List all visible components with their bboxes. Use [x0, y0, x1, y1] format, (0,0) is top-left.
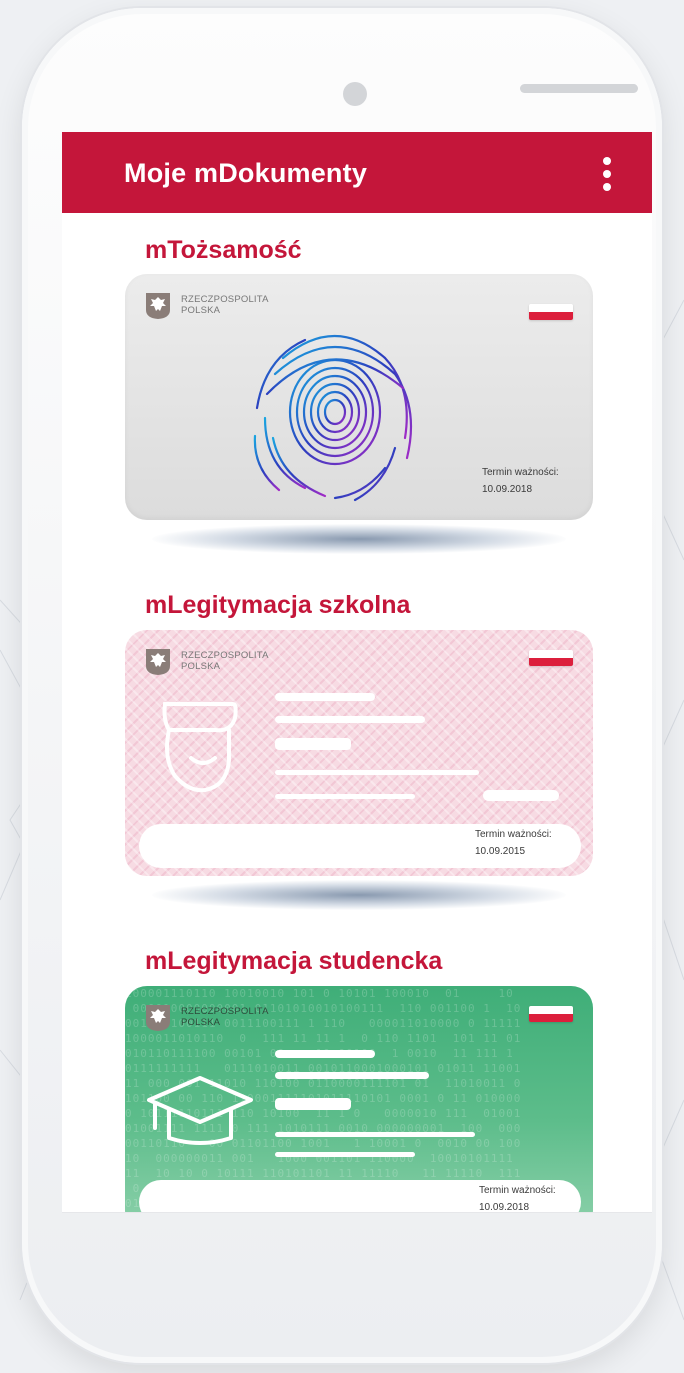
polish-eagle-icon: [146, 649, 170, 675]
menu-dot: [603, 183, 611, 191]
student-face-icon: [162, 702, 238, 793]
polish-flag-icon: [529, 1006, 573, 1022]
more-vert-icon[interactable]: [590, 152, 624, 196]
screen-bottom-edge: [62, 1212, 652, 1213]
menu-dot: [603, 157, 611, 165]
expiry-info: Termin ważności: 10.09.2018: [479, 1185, 556, 1212]
graduation-cap-icon: [147, 1076, 253, 1145]
card-shadow: [152, 524, 566, 554]
expiry-info: Termin ważności: 10.09.2018: [482, 467, 559, 495]
issuer-label: RZECZPOSPOLITA POLSKA: [181, 294, 269, 316]
id-card[interactable]: RZECZPOSPOLITA POLSKA Termin ważności: 1…: [125, 274, 593, 520]
app-title: Moje mDokumenty: [124, 158, 368, 188]
polish-flag-icon: [529, 304, 573, 320]
polish-eagle-icon: [146, 293, 170, 319]
fingerprint-icon: [253, 334, 413, 502]
card-shadow: [152, 880, 566, 910]
app-screen: Moje mDokumenty mTożsamość RZECZPOSPOLIT…: [62, 132, 652, 1212]
student-id-card[interactable]: 100001110110 10010010 101 0 10101 100010…: [125, 986, 593, 1212]
section-title-school: mLegitymacja szkolna: [145, 591, 411, 619]
menu-dot: [603, 170, 611, 178]
section-title-student: mLegitymacja studencka: [145, 947, 443, 975]
app-bar: Moje mDokumenty: [62, 132, 652, 213]
school-id-card[interactable]: RZECZPOSPOLITA POLSKA Termin ważności: 1…: [125, 630, 593, 876]
earpiece-speaker: [520, 84, 638, 93]
polish-flag-icon: [529, 650, 573, 666]
issuer-label: RZECZPOSPOLITA POLSKA: [181, 1006, 269, 1028]
polish-eagle-icon: [146, 1005, 170, 1031]
expiry-info: Termin ważności: 10.09.2015: [475, 829, 552, 857]
issuer-label: RZECZPOSPOLITA POLSKA: [181, 650, 269, 672]
front-camera: [343, 82, 367, 106]
section-title-id: mTożsamość: [145, 236, 302, 264]
